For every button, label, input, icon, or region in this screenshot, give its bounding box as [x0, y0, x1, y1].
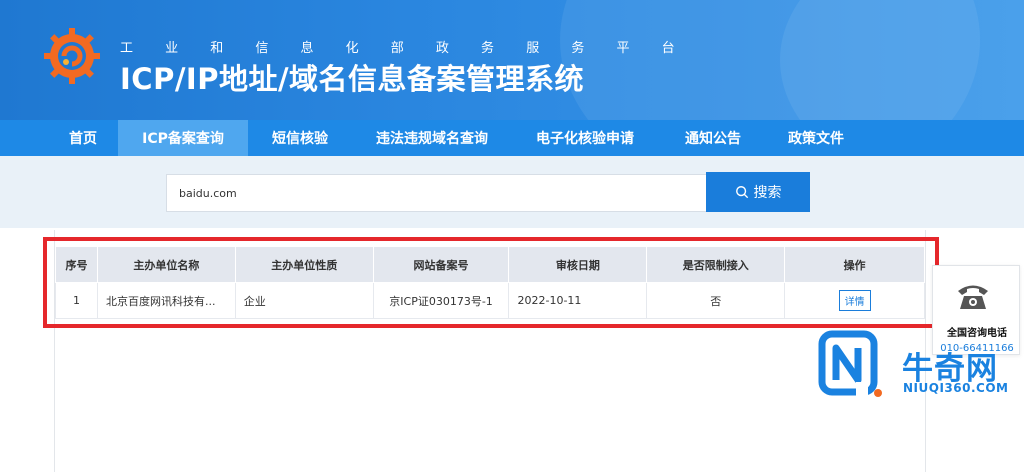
consult-phone-widget[interactable]: 全国咨询电话 010-66411166	[932, 265, 1020, 355]
header-banner: 工 业 和 信 息 化 部 政 务 服 务 平 台 ICP/IP地址/域名信息备…	[0, 0, 1024, 120]
column-header-org-type: 主办单位性质	[234, 246, 374, 283]
main-nav: 首页 ICP备案查询 短信核验 违法违规域名查询 电子化核验申请 通知公告 政策…	[0, 120, 1024, 156]
watermark-logo-icon	[818, 330, 882, 397]
nav-item-policies[interactable]: 政策文件	[768, 120, 864, 156]
search-input[interactable]	[166, 174, 706, 212]
ministry-logo-icon	[44, 28, 100, 84]
search-icon	[735, 186, 748, 199]
org-title: 工 业 和 信 息 化 部 政 务 服 务 平 台	[120, 41, 689, 56]
phone-icon	[958, 285, 988, 309]
search-button[interactable]: 搜索	[706, 172, 810, 212]
nav-item-illegal-domain[interactable]: 违法违规域名查询	[352, 120, 512, 156]
cell-restricted: 否	[646, 282, 786, 319]
table-header-row: 序号 主办单位名称 主办单位性质 网站备案号 审核日期 是否限制接入 操作	[55, 246, 925, 283]
column-header-record-no: 网站备案号	[372, 246, 510, 283]
column-header-index: 序号	[55, 246, 98, 283]
detail-button[interactable]: 详情	[838, 290, 871, 311]
nav-item-sms-verify[interactable]: 短信核验	[248, 120, 352, 156]
cell-org-name: 北京百度网讯科技有...	[96, 282, 236, 319]
watermark-url: NIUQI360.COM	[903, 381, 1009, 395]
cell-action: 详情	[784, 282, 925, 319]
column-header-action: 操作	[784, 246, 925, 283]
column-header-org-name: 主办单位名称	[96, 246, 236, 283]
nav-item-icp-query[interactable]: ICP备案查询	[118, 120, 248, 156]
nav-item-notices[interactable]: 通知公告	[658, 120, 768, 156]
cell-audit-date: 2022-10-11	[508, 282, 648, 319]
page-title: ICP/IP地址/域名信息备案管理系统	[120, 62, 585, 96]
cell-org-type: 企业	[234, 282, 374, 319]
results-table: 序号 主办单位名称 主办单位性质 网站备案号 审核日期 是否限制接入 操作 1 …	[55, 246, 925, 319]
consult-phone-label: 全国咨询电话	[947, 328, 1007, 339]
column-header-audit-date: 审核日期	[508, 246, 648, 283]
search-button-label: 搜索	[753, 184, 782, 200]
table-row: 1 北京百度网讯科技有... 企业 京ICP证030173号-1 2022-10…	[55, 282, 925, 319]
nav-item-e-verify[interactable]: 电子化核验申请	[512, 120, 658, 156]
banner-decoration	[780, 0, 1024, 120]
nav-item-home[interactable]: 首页	[48, 120, 118, 156]
column-header-restricted: 是否限制接入	[646, 246, 786, 283]
cell-record-no: 京ICP证030173号-1	[372, 282, 510, 319]
cell-index: 1	[55, 282, 98, 319]
